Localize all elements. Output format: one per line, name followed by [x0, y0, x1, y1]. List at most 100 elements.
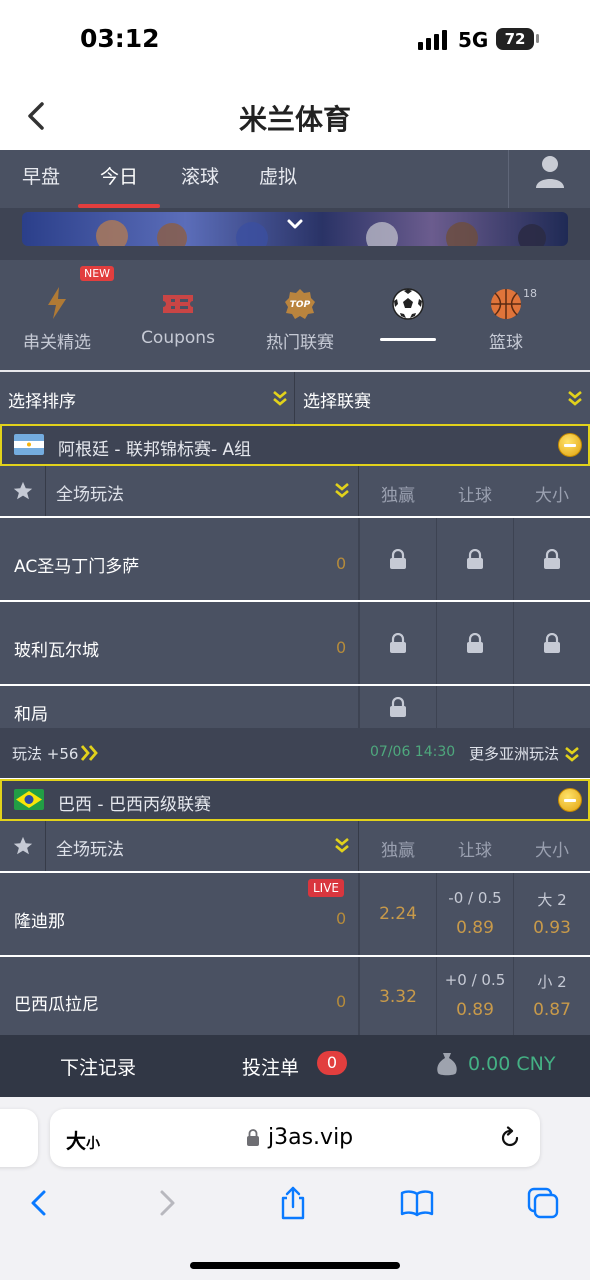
match-row: 巴西瓜拉尼 0 3.32 +0 / 0.5 0.89 小 2 0.87 — [0, 957, 590, 1035]
odds-cell-locked — [437, 518, 513, 600]
network-type: 5G — [458, 28, 489, 52]
collapse-icon[interactable] — [558, 433, 582, 457]
tab-virtual[interactable]: 虚拟 — [259, 162, 297, 189]
active-sport-indicator — [380, 338, 436, 341]
chevron-down-icon[interactable] — [286, 218, 304, 232]
double-chevron-down-icon[interactable] — [334, 837, 350, 853]
team-name-draw: 和局 — [14, 705, 48, 725]
lock-icon — [544, 549, 560, 569]
soccer-ball-icon — [392, 288, 424, 320]
basketball-icon — [491, 289, 521, 319]
tab-early[interactable]: 早盘 — [22, 162, 60, 189]
team-cell: LIVE 隆迪那 0 — [0, 873, 358, 955]
odds-cell-handicap[interactable]: +0 / 0.5 0.89 — [437, 957, 513, 1035]
team-name: 隆迪那 — [14, 912, 65, 932]
market-type[interactable]: 全场玩法 — [56, 835, 124, 860]
team-name: AC圣马丁门多萨 — [14, 557, 140, 577]
odds-cell-overunder[interactable]: 小 2 0.87 — [514, 957, 590, 1035]
favorite-cell[interactable] — [0, 821, 46, 871]
address-bar[interactable]: 大小 j3as.vip — [50, 1109, 540, 1167]
market-header: 全场玩法 独赢 让球 大小 — [0, 466, 590, 516]
odds-cell-locked — [514, 518, 590, 600]
top-badge-icon: TOP — [285, 289, 315, 319]
double-chevron-down-icon[interactable] — [272, 390, 288, 406]
bookmarks-icon[interactable] — [400, 1186, 434, 1220]
double-chevron-down-icon[interactable] — [567, 390, 583, 406]
tab-live[interactable]: 滚球 — [181, 162, 219, 189]
bet-slip-button[interactable]: 投注单 — [242, 1053, 299, 1080]
bet-slip-count: 0 — [317, 1051, 347, 1075]
team-score: 0 — [336, 638, 347, 657]
team-cell: 和局 — [0, 686, 358, 728]
odds-cell-locked — [360, 686, 436, 728]
league-select[interactable]: 选择联赛 — [303, 387, 371, 412]
text-size-big: 大 — [66, 1129, 86, 1153]
col-head-1x2: 独赢 — [381, 486, 415, 506]
league-header[interactable]: 巴西 - 巴西丙级联赛 — [0, 779, 590, 821]
handicap-line: +0 / 0.5 — [444, 971, 506, 989]
previous-tab-pill[interactable] — [0, 1109, 38, 1167]
league-header[interactable]: 阿根廷 - 联邦锦标赛- A组 — [0, 424, 590, 466]
odds-cell-locked — [360, 518, 436, 600]
match-row: 和局 — [0, 686, 590, 728]
market-type[interactable]: 全场玩法 — [56, 480, 124, 505]
sport-label-hot: 热门联赛 — [266, 333, 334, 353]
argentina-flag-icon — [14, 434, 44, 455]
text-size-button[interactable]: 大小 — [66, 1125, 100, 1154]
signal-icon — [418, 30, 447, 50]
ticket-icon — [163, 295, 193, 313]
forward-icon[interactable] — [150, 1186, 184, 1220]
tabs-icon[interactable] — [526, 1186, 560, 1220]
match-row: LIVE 隆迪那 0 2.24 -0 / 0.5 0.89 大 2 0.93 — [0, 873, 590, 955]
odds-cell-handicap[interactable]: -0 / 0.5 0.89 — [437, 873, 513, 955]
double-chevron-down-icon[interactable] — [564, 746, 580, 762]
status-time: 03:12 — [80, 24, 160, 53]
more-plays-link[interactable]: 玩法 +56 — [12, 743, 78, 764]
total-line: 大 2 — [537, 891, 567, 909]
favorite-cell[interactable] — [0, 466, 46, 516]
lightning-icon — [48, 287, 66, 319]
collapse-icon[interactable] — [558, 788, 582, 812]
star-icon — [13, 836, 33, 855]
url-text: j3as.vip — [268, 1125, 354, 1150]
team-score: 0 — [336, 992, 347, 1011]
match-meta-row: 玩法 +56 07/06 14:30 更多亚洲玩法 — [0, 728, 590, 778]
odds-cell-win[interactable]: 3.32 — [360, 957, 436, 1035]
col-head-handicap: 让球 — [458, 841, 492, 861]
brazil-flag-icon — [14, 789, 44, 810]
odds-cell-win[interactable]: 2.24 — [360, 873, 436, 955]
league-name: 巴西 - 巴西丙级联赛 — [58, 795, 211, 815]
top-badge-text: TOP — [290, 300, 311, 310]
odds-cell-overunder[interactable]: 大 2 0.93 — [514, 873, 590, 955]
tab-today[interactable]: 今日 — [100, 162, 138, 189]
lock-icon — [467, 549, 483, 569]
match-row: 玻利瓦尔城 0 — [0, 602, 590, 684]
page-title: 米兰体育 — [238, 103, 351, 136]
sort-select[interactable]: 选择排序 — [8, 387, 76, 412]
odds-value: 0.87 — [533, 1000, 571, 1020]
market-divider — [358, 466, 359, 516]
reload-icon[interactable] — [498, 1126, 522, 1150]
money-bag-icon — [437, 1053, 457, 1076]
lock-icon — [467, 633, 483, 653]
lock-icon — [390, 633, 406, 653]
user-profile-icon[interactable] — [534, 154, 566, 190]
team-name: 巴西瓜拉尼 — [14, 995, 99, 1015]
status-bar: 03:12 5G 72 — [0, 0, 590, 80]
lock-icon — [390, 549, 406, 569]
odds-cell-empty — [437, 686, 513, 728]
lock-icon — [544, 633, 560, 653]
nav-header: 米兰体育 — [0, 80, 590, 150]
bet-history-button[interactable]: 下注记录 — [60, 1053, 136, 1080]
odds-value: 0.89 — [456, 918, 494, 938]
sports-selector: NEW 串关精选 Coupons TOP 热门联赛 18 篮球 — [0, 260, 590, 370]
double-chevron-right-icon[interactable] — [80, 744, 100, 762]
more-asian-link[interactable]: 更多亚洲玩法 — [469, 743, 559, 764]
odds-cell-locked — [360, 602, 436, 684]
odds-value: 2.24 — [379, 904, 417, 924]
back-icon[interactable] — [22, 1186, 56, 1220]
team-score: 0 — [336, 554, 347, 573]
double-chevron-down-icon[interactable] — [334, 482, 350, 498]
share-icon[interactable] — [276, 1186, 310, 1220]
tab-divider — [508, 150, 509, 208]
